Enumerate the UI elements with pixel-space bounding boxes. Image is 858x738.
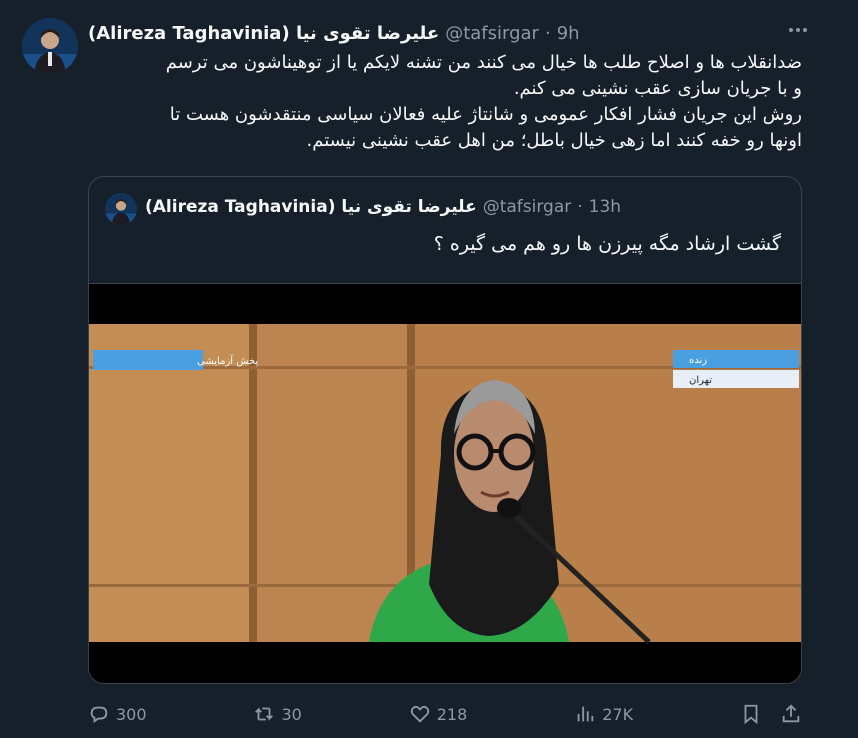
location-label: تهران bbox=[689, 375, 712, 386]
views-button[interactable]: 27K bbox=[574, 703, 633, 725]
quoted-timestamp[interactable]: 13h bbox=[589, 197, 621, 217]
retweet-count: 30 bbox=[281, 704, 302, 724]
quoted-separator: · bbox=[577, 197, 583, 217]
tweet-card[interactable]: (Alireza Taghavinia) علیرضا تقوی نیا @ta… bbox=[0, 0, 858, 738]
action-bar: 300 30 218 27K bbox=[88, 700, 802, 728]
quoted-text: گشت ارشاد مگه پیرزن ها رو هم می گیره ؟ bbox=[433, 233, 781, 255]
broadcast-label: پخش آزمایشی bbox=[197, 354, 258, 367]
like-button[interactable]: 218 bbox=[409, 703, 468, 725]
views-count: 27K bbox=[602, 704, 634, 724]
author-handle[interactable]: @tafsirgar bbox=[445, 23, 539, 44]
bookmark-button[interactable] bbox=[740, 703, 762, 725]
quoted-tweet[interactable]: (Alireza Taghavinia) علیرضا تقوی نیا @ta… bbox=[88, 176, 802, 684]
retweet-icon bbox=[255, 707, 274, 721]
live-label: زنده bbox=[689, 355, 707, 366]
like-count: 218 bbox=[436, 704, 468, 724]
share-button[interactable] bbox=[780, 703, 802, 725]
author-name[interactable]: (Alireza Taghavinia) علیرضا تقوی نیا bbox=[88, 23, 439, 44]
separator: · bbox=[544, 22, 551, 44]
quoted-author-name[interactable]: (Alireza Taghavinia) علیرضا تقوی نیا bbox=[145, 197, 477, 217]
more-icon[interactable] bbox=[786, 18, 810, 42]
avatar[interactable] bbox=[22, 18, 78, 74]
reply-icon bbox=[90, 706, 108, 724]
share-icon bbox=[782, 704, 800, 723]
tweet-header: (Alireza Taghavinia) علیرضا تقوی نیا @ta… bbox=[88, 20, 580, 46]
quoted-avatar[interactable] bbox=[105, 193, 137, 225]
reply-count: 300 bbox=[116, 704, 147, 724]
retweet-button[interactable]: 30 bbox=[253, 703, 302, 725]
quoted-author-handle[interactable]: @tafsirgar bbox=[483, 197, 572, 217]
reply-button[interactable]: 300 bbox=[88, 703, 147, 725]
quoted-header: (Alireza Taghavinia) علیرضا تقوی نیا @ta… bbox=[145, 197, 621, 217]
video-player[interactable]: پخش آزمایشی زنده تهران bbox=[89, 283, 801, 683]
tweet-text: ضدانقلاب ها و اصلاح طلب ها خیال می کنند … bbox=[165, 52, 802, 151]
like-icon bbox=[410, 705, 429, 723]
bookmark-icon bbox=[744, 704, 758, 725]
timestamp[interactable]: 9h bbox=[557, 23, 580, 44]
views-icon bbox=[577, 706, 594, 722]
video-frame: پخش آزمایشی زنده تهران bbox=[89, 284, 801, 683]
